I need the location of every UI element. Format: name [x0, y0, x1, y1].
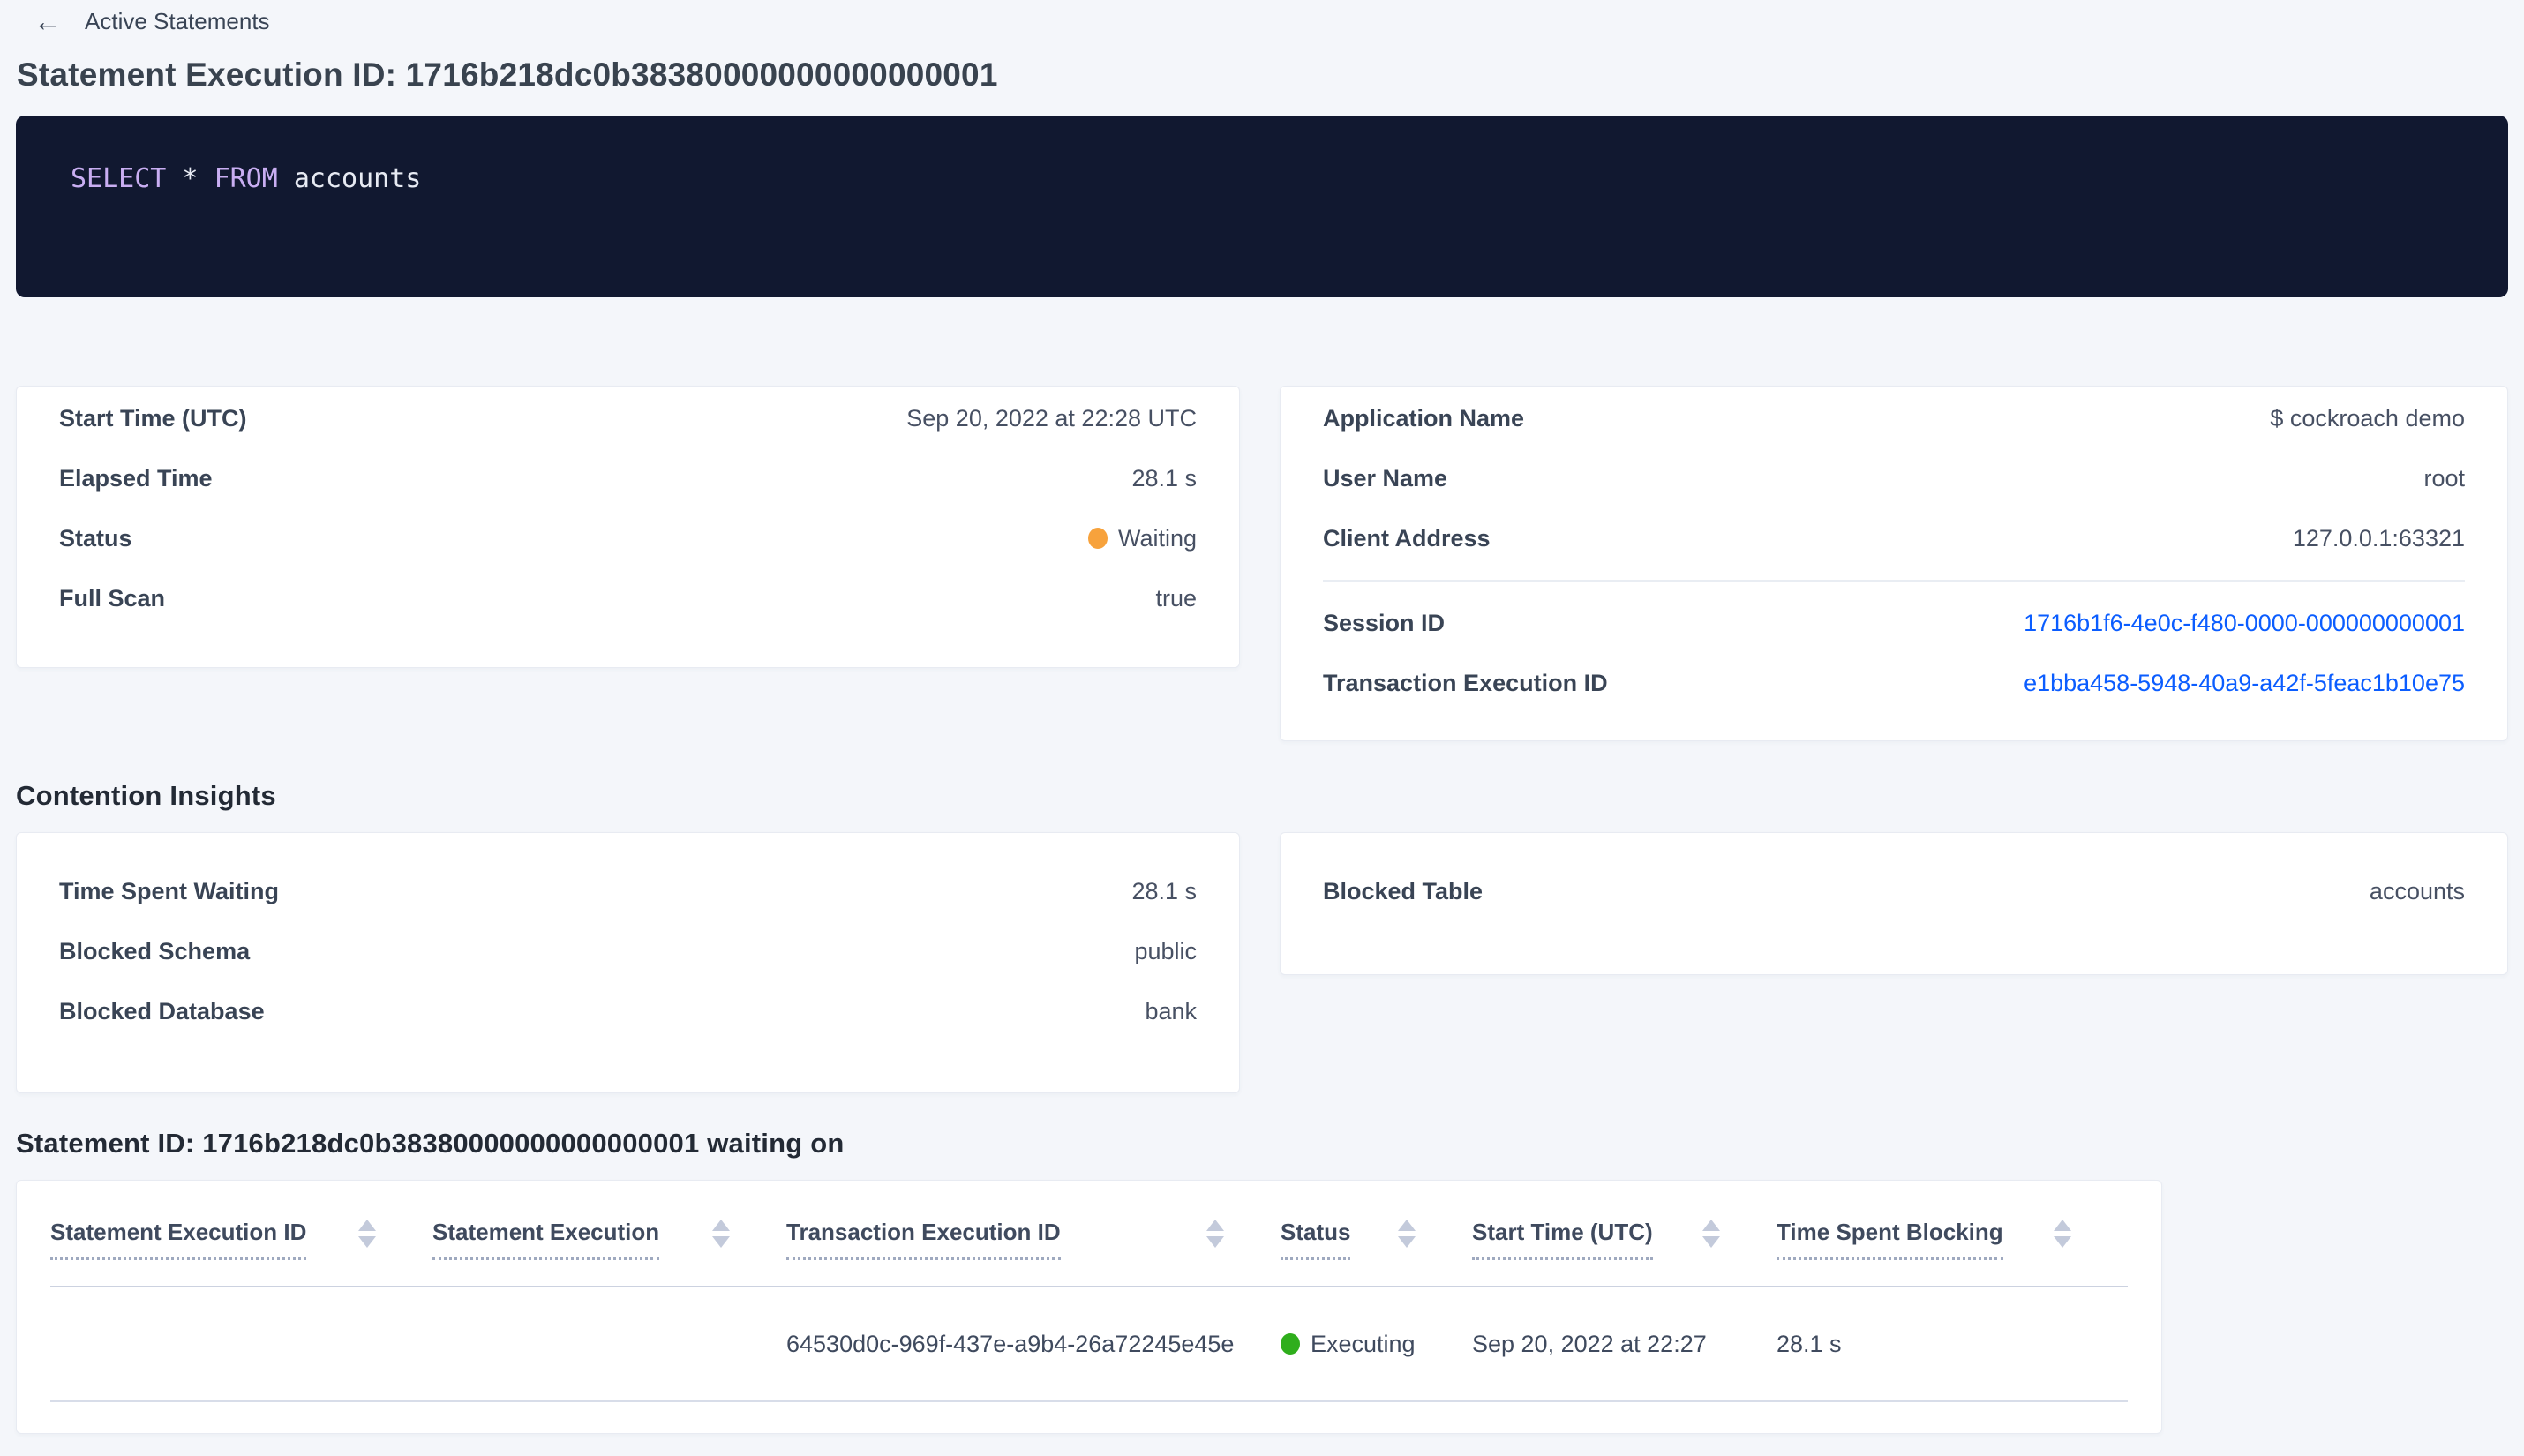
status-value: Waiting: [1087, 524, 1197, 552]
session-id-label: Session ID: [1323, 609, 1446, 636]
start-time-value: Sep 20, 2022 at 22:28 UTC: [906, 404, 1197, 432]
card-row-blocked-database: Blocked Database bank: [17, 981, 1239, 1041]
arrow-left-icon: ←: [34, 5, 62, 37]
status-text: Waiting: [1117, 524, 1197, 552]
session-details-card: Application Name $ cockroach demo User N…: [1280, 386, 2508, 741]
sql-table-name: accounts: [277, 163, 422, 194]
cell-start-time: Sep 20, 2022 at 22:27: [1472, 1330, 1707, 1357]
sql-keyword: FROM: [214, 163, 278, 194]
blocked-schema-value: public: [1134, 937, 1197, 964]
waiting-status-dot-icon: [1087, 528, 1108, 549]
contention-details-card: Time Spent Waiting 28.1 s Blocked Schema…: [16, 832, 1240, 1093]
page-title: Statement Execution ID: 1716b218dc0b3838…: [17, 56, 998, 93]
elapsed-time-label: Elapsed Time: [59, 464, 213, 492]
execution-details-card: Start Time (UTC) Sep 20, 2022 at 22:28 U…: [16, 386, 1240, 668]
application-name-value: $ cockroach demo: [2270, 404, 2465, 432]
application-name-label: Application Name: [1323, 404, 1525, 432]
card-row-start-time: Start Time (UTC) Sep 20, 2022 at 22:28 U…: [17, 388, 1239, 448]
column-header-status[interactable]: Status: [1281, 1207, 1472, 1260]
user-name-label: User Name: [1323, 464, 1448, 492]
card-row-application-name: Application Name $ cockroach demo: [1281, 388, 2507, 448]
full-scan-value: true: [1155, 584, 1197, 612]
card-row-blocked-table: Blocked Table accounts: [1281, 861, 2507, 921]
column-header-transaction-execution-id[interactable]: Transaction Execution ID: [786, 1207, 1281, 1260]
back-to-active-statements-link[interactable]: ← Active Statements: [34, 7, 270, 35]
time-spent-waiting-value: 28.1 s: [1131, 877, 1197, 904]
executing-status-dot-icon: [1281, 1333, 1300, 1355]
elapsed-time-value: 28.1 s: [1131, 464, 1197, 492]
sql-statement-box: SELECT * FROM accounts: [16, 116, 2508, 297]
table-row: 64530d0c-969f-437e-a9b4-26a72245e45e Exe…: [50, 1287, 2128, 1402]
user-name-value: root: [2423, 464, 2465, 492]
column-header-time-spent-blocking[interactable]: Time Spent Blocking: [1777, 1207, 2128, 1260]
column-header-statement-execution[interactable]: Statement Execution: [432, 1207, 786, 1260]
column-header-start-time[interactable]: Start Time (UTC): [1472, 1207, 1777, 1260]
column-header-label: Statement Execution: [432, 1219, 660, 1260]
sort-arrows-icon: [1206, 1219, 1224, 1248]
card-divider: [1323, 580, 2465, 582]
card-row-elapsed-time: Elapsed Time 28.1 s: [17, 448, 1239, 508]
blocked-database-value: bank: [1145, 997, 1197, 1024]
transaction-execution-id-link[interactable]: e1bba458-5948-40a9-a42f-5feac1b10e75: [2024, 670, 2465, 697]
card-row-time-spent-waiting: Time Spent Waiting 28.1 s: [17, 861, 1239, 921]
card-row-blocked-schema: Blocked Schema public: [17, 921, 1239, 981]
blocked-schema-label: Blocked Schema: [59, 937, 251, 964]
card-row-full-scan: Full Scan true: [17, 568, 1239, 628]
waiting-on-heading: Statement ID: 1716b218dc0b38380000000000…: [16, 1128, 845, 1159]
status-text: Executing: [1311, 1330, 1416, 1357]
back-link-label: Active Statements: [85, 7, 270, 34]
start-time-label: Start Time (UTC): [59, 404, 247, 432]
transaction-execution-id-label: Transaction Execution ID: [1323, 669, 1608, 696]
sort-arrows-icon: [1702, 1219, 1720, 1248]
cell-time-spent-blocking: 28.1 s: [1777, 1330, 1842, 1357]
column-header-label: Statement Execution ID: [50, 1219, 307, 1260]
client-address-label: Client Address: [1323, 524, 1491, 552]
time-spent-waiting-label: Time Spent Waiting: [59, 877, 280, 904]
cell-status: Executing: [1281, 1331, 1472, 1358]
contention-insights-heading: Contention Insights: [16, 780, 276, 811]
sort-arrows-icon: [712, 1219, 730, 1248]
full-scan-label: Full Scan: [59, 584, 166, 612]
column-header-label: Transaction Execution ID: [786, 1219, 1061, 1260]
card-row-client-address: Client Address 127.0.0.1:63321: [1281, 508, 2507, 568]
client-address-value: 127.0.0.1:63321: [2292, 524, 2465, 552]
sort-arrows-icon: [2054, 1219, 2071, 1248]
card-row-user-name: User Name root: [1281, 448, 2507, 508]
column-header-label: Start Time (UTC): [1472, 1219, 1653, 1260]
blocked-table-value: accounts: [2369, 877, 2465, 904]
card-row-status: Status Waiting: [17, 508, 1239, 568]
cell-transaction-execution-id: 64530d0c-969f-437e-a9b4-26a72245e45e: [786, 1330, 1235, 1357]
table-header-row: Statement Execution ID Statement Executi…: [50, 1181, 2128, 1287]
blocked-database-label: Blocked Database: [59, 997, 265, 1024]
session-id-link[interactable]: 1716b1f6-4e0c-f480-0000-000000000001: [2024, 610, 2465, 637]
blocked-table-card: Blocked Table accounts: [1280, 832, 2508, 975]
column-header-label: Time Spent Blocking: [1777, 1219, 2003, 1260]
sql-statement-text: SELECT * FROM accounts: [71, 163, 2453, 194]
card-row-transaction-execution-id: Transaction Execution ID e1bba458-5948-4…: [1281, 653, 2507, 713]
sql-text: *: [166, 163, 214, 194]
sql-keyword: SELECT: [71, 163, 167, 194]
column-header-statement-execution-id[interactable]: Statement Execution ID: [50, 1207, 432, 1260]
blocked-table-label: Blocked Table: [1323, 877, 1484, 904]
column-header-label: Status: [1281, 1219, 1351, 1260]
sort-arrows-icon: [358, 1219, 376, 1248]
status-label: Status: [59, 524, 132, 552]
sort-arrows-icon: [1398, 1219, 1416, 1248]
waiting-on-table: Statement Execution ID Statement Executi…: [16, 1180, 2162, 1434]
card-row-session-id: Session ID 1716b1f6-4e0c-f480-0000-00000…: [1281, 593, 2507, 653]
